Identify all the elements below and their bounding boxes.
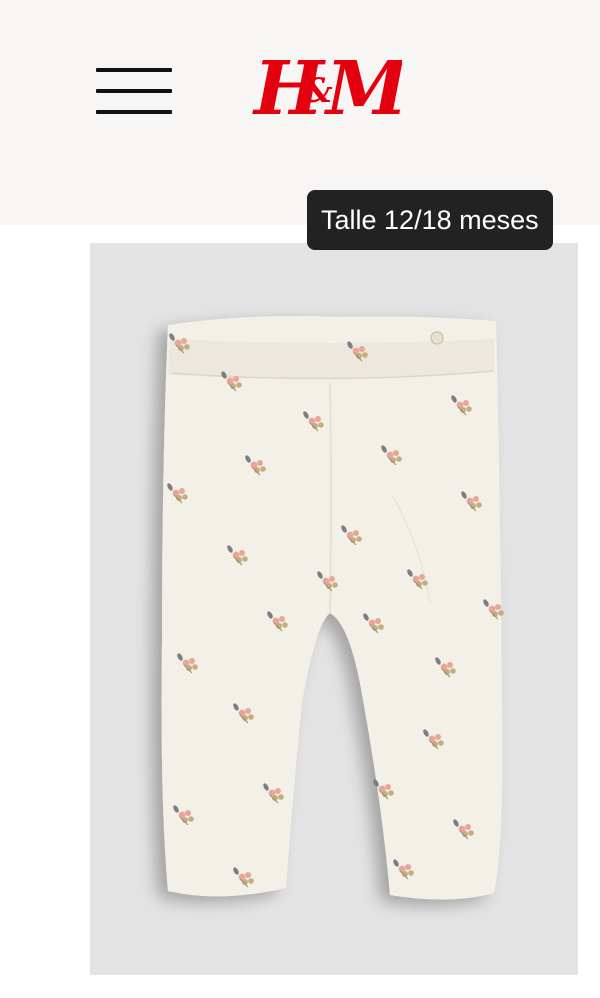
leggings-body	[161, 316, 503, 900]
hm-logo[interactable]: H & M	[252, 40, 410, 140]
leggings-waistband	[168, 339, 494, 379]
menu-bar	[96, 89, 172, 93]
baby-leggings-photo	[161, 316, 505, 900]
hamburger-menu-icon[interactable]	[96, 66, 174, 120]
menu-bar	[96, 110, 172, 114]
size-badge: Talle 12/18 meses	[307, 190, 553, 250]
product-image[interactable]	[90, 243, 578, 975]
menu-bar	[96, 68, 172, 72]
waist-button	[430, 331, 444, 345]
logo-letter-m: M	[323, 46, 402, 132]
hm-logo-mark: H & M	[252, 46, 410, 132]
